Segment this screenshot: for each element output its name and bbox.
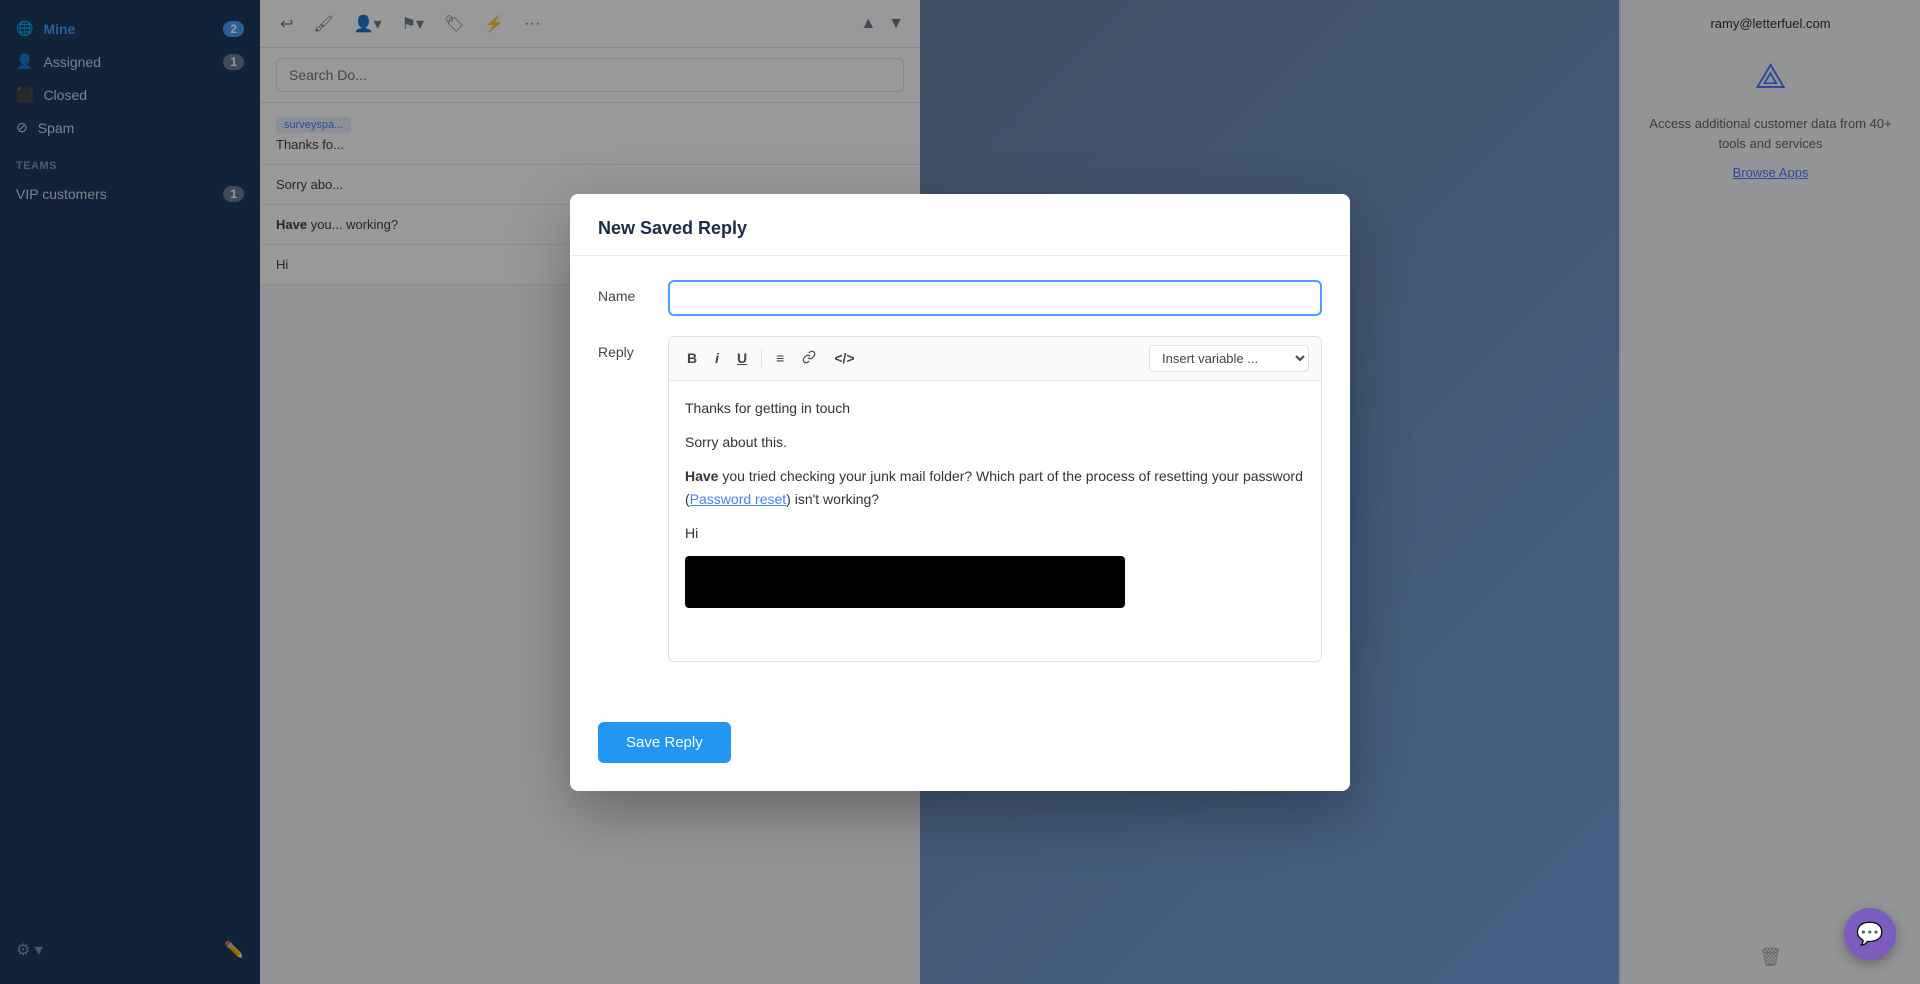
- bold-button[interactable]: B: [681, 347, 703, 369]
- list-button[interactable]: ≡: [770, 347, 790, 369]
- editor-paragraph-4: Hi: [685, 522, 1305, 544]
- editor-paragraph-2: Sorry about this.: [685, 431, 1305, 453]
- underline-button[interactable]: U: [731, 347, 753, 369]
- modal-overlay: New Saved Reply Name Reply B i U ≡: [0, 0, 1920, 984]
- toolbar-divider: [761, 349, 762, 367]
- name-input[interactable]: [668, 280, 1322, 316]
- dialog-footer: Save Reply: [570, 706, 1350, 791]
- code-button[interactable]: </>: [828, 347, 860, 369]
- name-label: Name: [598, 280, 648, 304]
- save-reply-button[interactable]: Save Reply: [598, 722, 731, 763]
- name-row: Name: [598, 280, 1322, 316]
- insert-variable-select[interactable]: Insert variable ... Customer name Agent …: [1149, 345, 1309, 372]
- italic-button[interactable]: i: [709, 347, 725, 369]
- editor-content[interactable]: Thanks for getting in touch Sorry about …: [669, 381, 1321, 661]
- dialog-header: New Saved Reply: [570, 194, 1350, 256]
- reply-label: Reply: [598, 336, 648, 360]
- editor-paragraph-3: Have you tried checking your junk mail f…: [685, 465, 1305, 510]
- link-button[interactable]: [796, 347, 822, 370]
- reply-row: Reply B i U ≡: [598, 336, 1322, 662]
- editor-paragraph-1: Thanks for getting in touch: [685, 397, 1305, 419]
- dialog-title: New Saved Reply: [598, 218, 1322, 239]
- chat-icon: 💬: [1856, 921, 1883, 947]
- password-reset-link[interactable]: Password reset: [690, 491, 786, 507]
- chat-bubble-button[interactable]: 💬: [1844, 908, 1896, 960]
- redacted-image-block: [685, 556, 1125, 608]
- new-saved-reply-dialog: New Saved Reply Name Reply B i U ≡: [570, 194, 1350, 791]
- dialog-body: Name Reply B i U ≡: [570, 256, 1350, 706]
- reply-editor-wrapper: B i U ≡ </> Insert var: [668, 336, 1322, 662]
- editor-toolbar: B i U ≡ </> Insert var: [669, 337, 1321, 381]
